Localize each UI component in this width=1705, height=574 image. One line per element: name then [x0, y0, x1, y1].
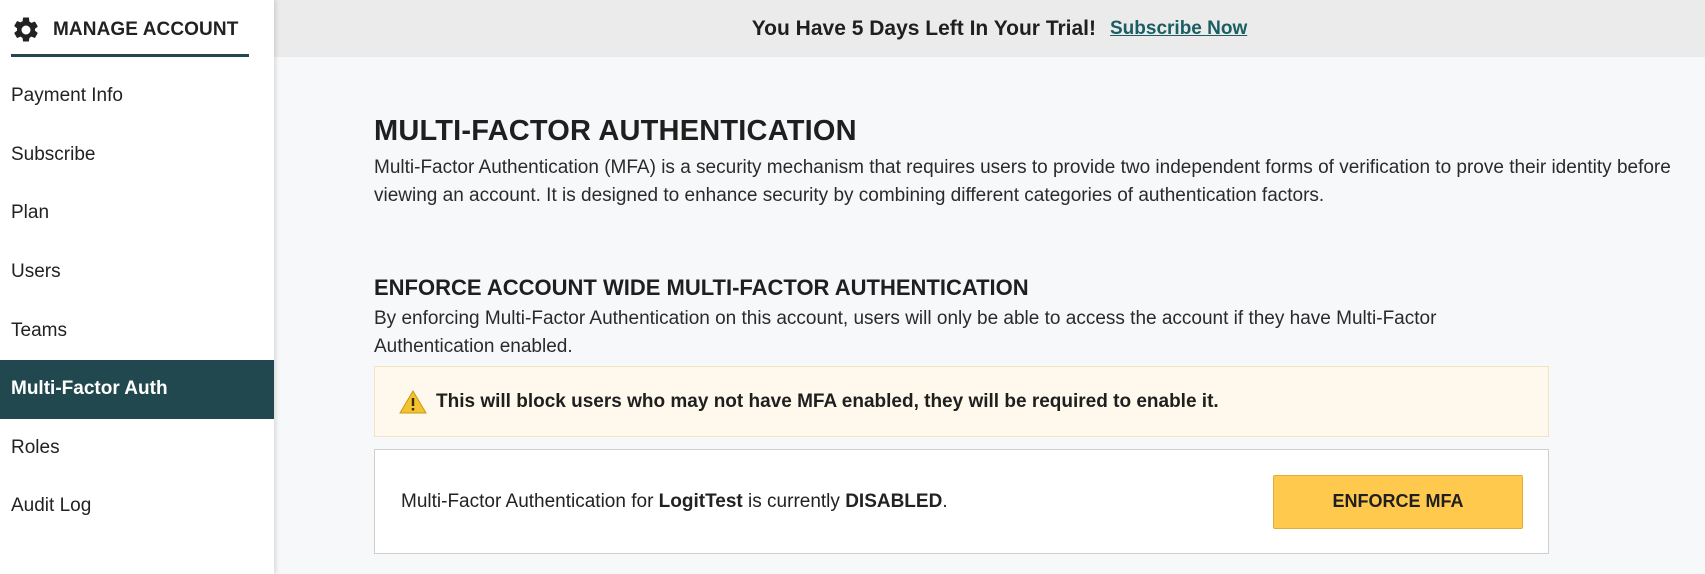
warning-icon — [399, 389, 427, 414]
warning-text: This will block users who may not have M… — [436, 390, 1219, 412]
sidebar-item-roles[interactable]: Roles — [0, 419, 274, 478]
enforce-mfa-button[interactable]: ENFORCE MFA — [1273, 474, 1523, 529]
trial-banner-text: You Have 5 Days Left In Your Trial! — [751, 16, 1096, 40]
enforce-section-title: ENFORCE ACCOUNT WIDE MULTI-FACTOR AUTHEN… — [374, 275, 1029, 300]
sidebar: MANAGE ACCOUNT Payment Info Subscribe Pl… — [0, 0, 274, 574]
main-content: You Have 5 Days Left In Your Trial! Subs… — [274, 0, 1705, 574]
sidebar-item-plan[interactable]: Plan — [0, 184, 274, 243]
sidebar-header: MANAGE ACCOUNT — [11, 14, 249, 57]
sidebar-nav: Payment Info Subscribe Plan Users Teams … — [0, 67, 274, 536]
account-name: LogitTest — [658, 490, 743, 512]
sidebar-item-subscribe[interactable]: Subscribe — [0, 126, 274, 185]
mfa-section: MULTI-FACTOR AUTHENTICATION Multi-Factor… — [374, 115, 1694, 357]
sidebar-item-teams[interactable]: Teams — [0, 301, 274, 360]
gear-icon — [11, 14, 43, 46]
sidebar-item-audit-log[interactable]: Audit Log — [0, 477, 274, 536]
page-title: MULTI-FACTOR AUTHENTICATION — [374, 115, 857, 147]
sidebar-title: MANAGE ACCOUNT — [53, 19, 239, 40]
warning-notice: This will block users who may not have M… — [374, 366, 1549, 437]
mfa-status-text: Multi-Factor Authentication for LogitTes… — [401, 491, 948, 513]
mfa-state: DISABLED — [845, 490, 943, 512]
status-suffix: . — [942, 490, 948, 512]
sidebar-item-users[interactable]: Users — [0, 243, 274, 302]
trial-banner: You Have 5 Days Left In Your Trial! Subs… — [274, 0, 1705, 57]
sidebar-item-payment-info[interactable]: Payment Info — [0, 67, 274, 126]
sidebar-item-multi-factor-auth[interactable]: Multi-Factor Auth — [0, 359, 274, 419]
subscribe-now-link[interactable]: Subscribe Now — [1110, 18, 1247, 40]
mfa-status-panel: Multi-Factor Authentication for LogitTes… — [374, 449, 1549, 554]
status-prefix: Multi-Factor Authentication for — [401, 490, 659, 512]
mfa-description: Multi-Factor Authentication (MFA) is a s… — [374, 157, 1671, 206]
enforce-description: By enforcing Multi-Factor Authentication… — [374, 308, 1437, 357]
status-middle: is currently — [742, 490, 846, 512]
